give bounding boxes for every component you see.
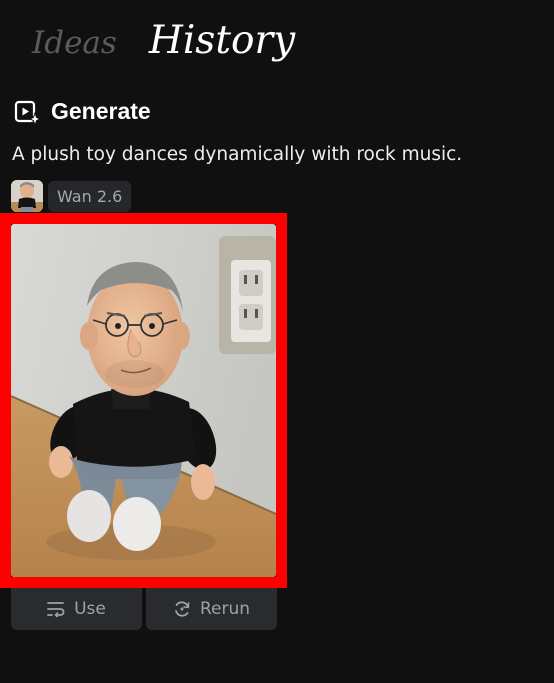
generation-header: Generate <box>14 98 151 126</box>
action-bar: Use Rerun <box>11 588 277 630</box>
model-chip[interactable]: Wan 2.6 <box>48 180 132 212</box>
refresh-sparkle-icon <box>173 600 191 618</box>
model-avatar <box>11 180 43 212</box>
use-button[interactable]: Use <box>11 588 142 630</box>
preview-image[interactable] <box>11 224 276 577</box>
generation-title: Generate <box>51 98 151 124</box>
tab-bar: Ideas History <box>32 18 295 63</box>
lines-wrap-icon <box>47 601 65 617</box>
rerun-label: Rerun <box>199 599 251 619</box>
rerun-button[interactable]: Rerun <box>146 588 277 630</box>
prompt-text: A plush toy dances dynamically with rock… <box>12 144 463 165</box>
video-sparkle-icon <box>14 99 42 126</box>
tab-ideas[interactable]: Ideas <box>32 25 117 61</box>
use-label: Use <box>74 599 106 619</box>
model-row: Wan 2.6 <box>11 180 132 212</box>
tab-history[interactable]: History <box>149 18 295 63</box>
